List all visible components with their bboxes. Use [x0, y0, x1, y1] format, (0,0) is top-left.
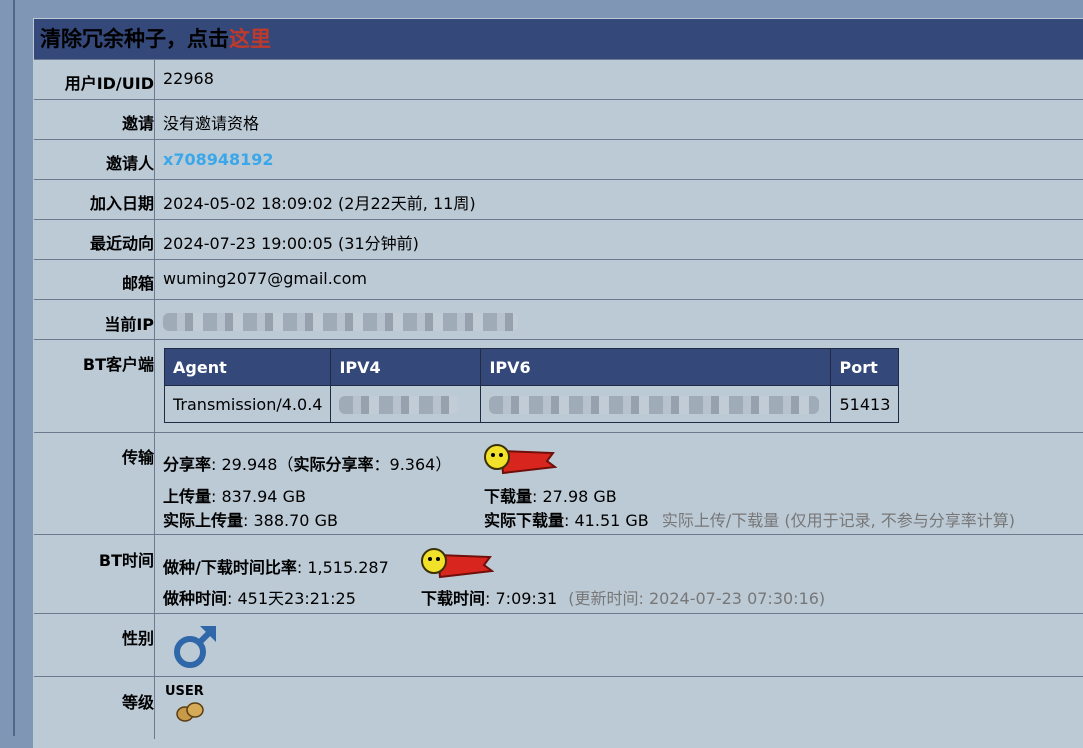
upload-label: 上传量 [163, 487, 212, 506]
last-seen-label: 最近动向 [89, 234, 154, 253]
row-joined: 加入日期 2024-05-02 18:09:02 (2月22天前, 11周) [34, 179, 1083, 220]
table-row: Transmission/4.0.4 51413 [163, 385, 900, 423]
gender-label: 性别 [121, 629, 154, 648]
ip-value-redacted [163, 311, 518, 331]
col-ipv6: IPV6 [480, 348, 832, 386]
peanut-icon [176, 702, 204, 722]
real-download-line: 实际下载量: 41.51 GB 实际上传/下载量 (仅用于记录, 不参与分享率计… [484, 511, 1015, 530]
ratio-value: 29.948 [221, 455, 278, 474]
left-strip [0, 0, 14, 736]
col-agent: Agent [163, 348, 332, 386]
download-time-line: 下载时间: 7:09:31 (更新时间: 2024-07-23 07:30:16… [421, 589, 826, 608]
download-value: 27.98 GB [542, 487, 617, 506]
port-cell: 51413 [830, 385, 900, 423]
real-upload-label: 实际上传量 [163, 511, 244, 530]
col-ipv4: IPV4 [330, 348, 482, 386]
download-time-label: 下载时间 [421, 589, 486, 608]
download-time-value: 7:09:31 [495, 589, 558, 608]
flying-smiley-icon [484, 444, 557, 475]
male-symbol-icon [174, 626, 216, 668]
transfer-label: 传输 [121, 448, 154, 467]
level-label: 等级 [121, 693, 154, 712]
row-bt-client: BT客户端 Agent IPV4 IPV6 Port Transmission/… [34, 339, 1083, 433]
time-ratio-value: 1,515.287 [307, 558, 389, 577]
transfer-note: 实际上传/下载量 (仅用于记录, 不参与分享率计算) [661, 511, 1015, 530]
email-value: wuming2077@gmail.com [163, 269, 367, 288]
inviter-link[interactable]: x708948192 [163, 150, 274, 169]
seed-time-label: 做种时间 [163, 589, 228, 608]
ratio-line: 分享率: 29.948（实际分享率：9.364） [163, 455, 452, 474]
bt-client-table: Agent IPV4 IPV6 Port Transmission/4.0.4 … [163, 348, 900, 423]
joined-value: 2024-05-02 18:09:02 (2月22天前, 11周) [163, 194, 476, 213]
row-gender: 性别 [34, 613, 1083, 677]
row-transfer: 传输 分享率: 29.948（实际分享率：9.364） 上传量: 837.94 … [34, 432, 1083, 535]
inviter-label: 邀请人 [105, 154, 154, 173]
uid-value: 22968 [163, 69, 214, 88]
real-upload-value: 388.70 GB [253, 511, 338, 530]
upload-line: 上传量: 837.94 GB [163, 487, 306, 506]
download-label: 下载量 [484, 487, 533, 506]
ipv4-cell [330, 385, 482, 423]
row-level: 等级 USER [34, 676, 1083, 737]
flying-smiley-icon [421, 548, 494, 579]
redacted-ip [163, 312, 518, 331]
bt-client-label: BT客户端 [82, 355, 154, 374]
seed-time-line: 做种时间: 451天23:21:25 [163, 589, 356, 608]
invite-label: 邀请 [121, 114, 154, 133]
redacted-ipv6 [489, 395, 820, 414]
time-ratio-line: 做种/下载时间比率: 1,515.287 [163, 558, 389, 577]
banner-link[interactable]: 这里 [229, 27, 271, 51]
email-label: 邮箱 [121, 274, 154, 293]
agent-cell: Transmission/4.0.4 [163, 385, 332, 423]
invite-value: 没有邀请资格 [163, 114, 260, 133]
ratio-label: 分享率 [163, 455, 212, 474]
col-port: Port [830, 348, 900, 386]
uid-label: 用户ID/UID [64, 74, 154, 93]
banner-text: 清除冗余种子，点击 [40, 27, 229, 51]
ipv6-cell [480, 385, 832, 423]
last-seen-value: 2024-07-23 19:00:05 (31分钟前) [163, 234, 419, 253]
row-inviter: 邀请人 x708948192 [34, 139, 1083, 180]
banner: 清除冗余种子，点击这里 [34, 19, 1083, 59]
joined-label: 加入日期 [89, 194, 154, 213]
real-upload-line: 实际上传量: 388.70 GB [163, 511, 338, 530]
row-uid: 用户ID/UID 22968 [34, 59, 1083, 100]
seed-time-value: 451天23:21:25 [237, 589, 356, 608]
upload-value: 837.94 GB [221, 487, 306, 506]
real-download-label: 实际下载量 [484, 511, 565, 530]
real-ratio-value: 9.364 [389, 455, 436, 474]
real-ratio-label: 实际分享率 [293, 455, 374, 474]
row-ip: 当前IP [34, 299, 1083, 340]
download-line: 下载量: 27.98 GB [484, 487, 617, 506]
row-last-seen: 最近动向 2024-07-23 19:00:05 (31分钟前) [34, 219, 1083, 260]
left-border [13, 0, 15, 736]
table-header-row: Agent IPV4 IPV6 Port [163, 348, 900, 386]
update-time: (更新时间: 2024-07-23 07:30:16) [568, 589, 826, 608]
time-ratio-label: 做种/下载时间比率 [163, 558, 297, 577]
level-value: USER [165, 684, 204, 699]
real-download-value: 41.51 GB [574, 511, 649, 530]
row-email: 邮箱 wuming2077@gmail.com [34, 259, 1083, 300]
row-bt-time: BT时间 做种/下载时间比率: 1,515.287 做种时间: 451天23:2… [34, 534, 1083, 614]
row-invite: 邀请 没有邀请资格 [34, 99, 1083, 140]
bt-time-label: BT时间 [98, 551, 154, 570]
redacted-ipv4 [339, 395, 460, 414]
ip-label: 当前IP [104, 315, 154, 334]
